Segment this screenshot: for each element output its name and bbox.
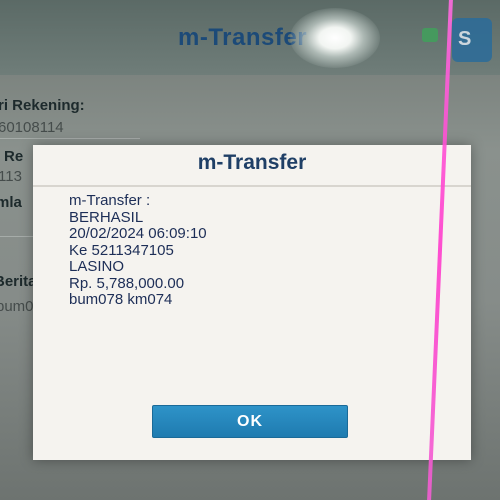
message-line-destination: Ke 5211347105 bbox=[69, 241, 174, 259]
dialog-divider bbox=[33, 185, 471, 187]
menu-icon-letter: S bbox=[458, 28, 472, 50]
app-title: m-Transfer bbox=[178, 24, 308, 51]
field-label-berita: Berita bbox=[0, 273, 37, 290]
field-value-berita: bum0 bbox=[0, 298, 34, 315]
field-value-re: 113 bbox=[0, 168, 22, 185]
dialog-message: m-Transfer : BERHASIL 20/02/2024 06:09:1… bbox=[69, 192, 429, 309]
field-label-rekening: ri Rekening: bbox=[0, 97, 85, 114]
message-line-amount: Rp. 5,788,000.00 bbox=[69, 274, 185, 292]
ok-button[interactable]: OK bbox=[152, 405, 348, 438]
message-line-status: BERHASIL bbox=[69, 208, 144, 226]
field-value-rekening: 60108114 bbox=[0, 119, 64, 136]
field-label-jumlah: mla bbox=[0, 194, 22, 211]
message-line-recipient: LASINO bbox=[69, 258, 125, 275]
field-underline bbox=[0, 138, 140, 139]
message-line-datetime: 20/02/2024 06:09:10 bbox=[69, 225, 207, 242]
status-icon bbox=[422, 28, 438, 42]
menu-icon[interactable]: S bbox=[452, 18, 492, 62]
camera-flash-glare bbox=[290, 8, 380, 68]
message-line-note: bum078 km074 bbox=[69, 291, 173, 308]
dialog-title: m-Transfer bbox=[197, 151, 307, 174]
transfer-result-dialog: m-Transfer m-Transfer : BERHASIL 20/02/2… bbox=[33, 145, 471, 460]
message-line-header: m-Transfer : bbox=[69, 192, 151, 209]
field-label-re: Re bbox=[4, 148, 24, 165]
